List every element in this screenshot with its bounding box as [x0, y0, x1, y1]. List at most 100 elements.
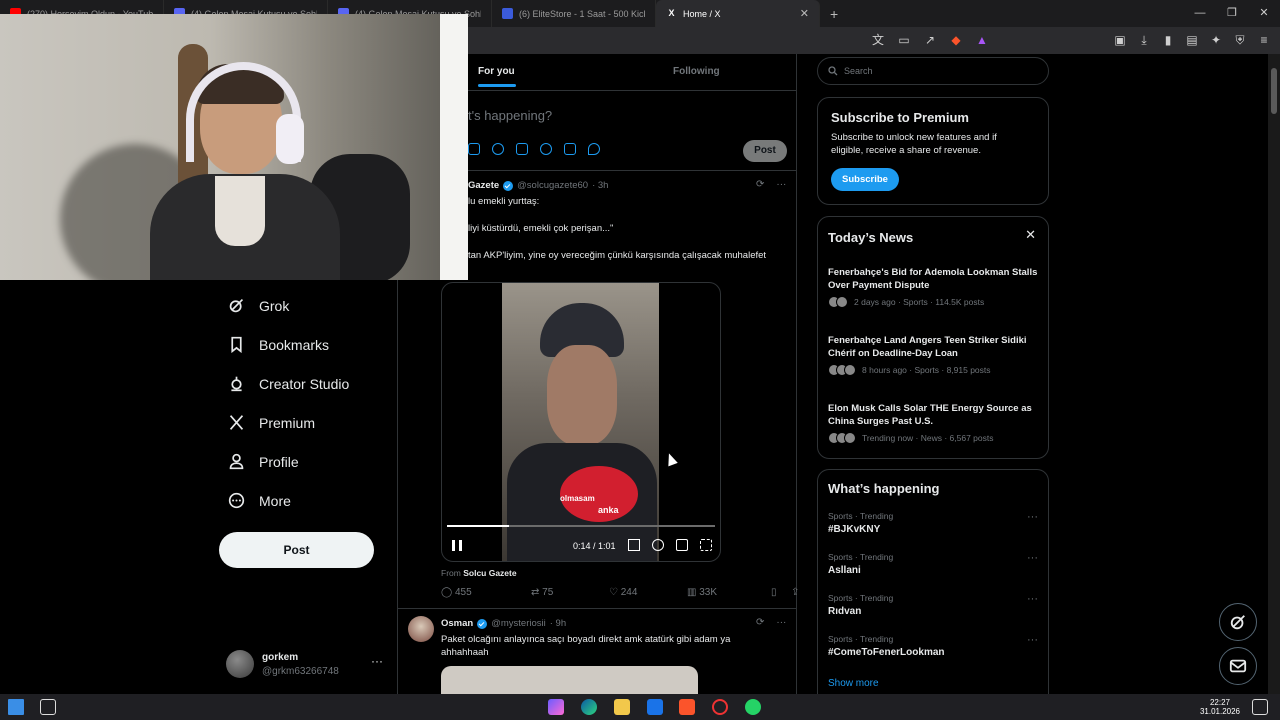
news-item[interactable]: Elon Musk Calls Solar THE Energy Source …: [828, 402, 1038, 444]
video-source: From Solcu Gazete: [441, 568, 517, 578]
divider: [398, 608, 796, 609]
leo-ai-icon[interactable]: ✦: [1208, 32, 1224, 48]
nav-item-more[interactable]: More: [228, 492, 291, 509]
cast-icon[interactable]: ▭: [896, 32, 912, 48]
schedule-icon[interactable]: [564, 143, 576, 155]
browser-tab-active[interactable]: X Home / X ✕: [656, 0, 820, 27]
trend-item[interactable]: Sports · Trending #ComeToFenerLookman ··…: [828, 634, 1038, 658]
grok-explain-icon[interactable]: ⟳: [756, 179, 764, 190]
more-icon[interactable]: ···: [1027, 552, 1038, 564]
nav-item-bookmarks[interactable]: Bookmarks: [228, 336, 329, 353]
scrollbar-thumb[interactable]: [1271, 68, 1277, 114]
page-scrollbar[interactable]: [1268, 54, 1280, 694]
poll-icon[interactable]: [516, 143, 528, 155]
subscribe-button[interactable]: Subscribe: [831, 168, 899, 191]
news-item[interactable]: Fenerbahçe Land Angers Teen Striker Sidi…: [828, 334, 1038, 376]
start-icon[interactable]: [8, 699, 24, 715]
video-progress-bar[interactable]: [447, 525, 715, 527]
compose-post-button[interactable]: Post: [743, 140, 787, 162]
tweet-time[interactable]: · 3h: [592, 180, 608, 191]
brave-shield-icon[interactable]: ◆: [948, 32, 964, 48]
close-icon[interactable]: ✕: [1025, 227, 1036, 243]
more-icon[interactable]: ···: [776, 617, 786, 628]
share-icon[interactable]: ↗: [922, 32, 938, 48]
tweet-author-handle[interactable]: @solcugazete60: [517, 180, 588, 191]
more-icon[interactable]: ···: [1027, 634, 1038, 646]
news-item[interactable]: Fenerbahçe's Bid for Ademola Lookman Sta…: [828, 266, 1038, 308]
pip-icon[interactable]: [676, 539, 688, 551]
nav-item-grok[interactable]: Grok: [228, 297, 289, 314]
account-switcher[interactable]: gorkem @grkm63266748 ···: [226, 650, 386, 678]
media-icon[interactable]: [468, 143, 480, 155]
settings-icon[interactable]: [652, 539, 664, 551]
tweet-author-name[interactable]: Gazete: [468, 180, 499, 191]
whatsapp-icon[interactable]: [745, 699, 761, 715]
pause-icon[interactable]: [452, 540, 462, 551]
nav-item-profile[interactable]: Profile: [228, 453, 299, 470]
trend-item[interactable]: Sports · Trending Rıdvan ···: [828, 593, 1038, 617]
vpn-icon[interactable]: ⛨: [1232, 32, 1248, 48]
more-icon[interactable]: ···: [1027, 511, 1038, 523]
trend-item[interactable]: Sports · Trending #BJKvKNY ···: [828, 511, 1038, 535]
minimize-icon[interactable]: —: [1184, 0, 1216, 27]
tab-for-you[interactable]: For you: [478, 66, 516, 87]
obs-icon[interactable]: [712, 699, 728, 715]
fullscreen-icon[interactable]: [700, 539, 712, 551]
window-close-icon[interactable]: ✕: [1248, 0, 1280, 27]
browser-tab[interactable]: (6) EliteStore - 1 Saat - 500 Kick Canlı: [492, 0, 656, 27]
grok-compose-icon[interactable]: [492, 143, 504, 155]
tab-following[interactable]: Following: [673, 66, 720, 77]
system-clock[interactable]: 22:27 31.01.2026: [1200, 698, 1240, 716]
views-button[interactable]: ▥ 33K: [687, 587, 771, 598]
trend-item[interactable]: Sports · Trending Asllani ···: [828, 552, 1038, 576]
news-meta: 2 days ago · Sports · 114.5K posts: [828, 296, 1038, 308]
repost-button[interactable]: ⇄ 75: [531, 587, 609, 598]
search-input[interactable]: Search: [817, 57, 1049, 85]
from-source-link[interactable]: Solcu Gazete: [463, 568, 516, 578]
notification-icon[interactable]: [1252, 699, 1268, 715]
grok-explain-icon[interactable]: ⟳: [756, 617, 764, 628]
video-player[interactable]: olmasam anka 0:14 / 1:01: [441, 282, 721, 562]
copilot-icon[interactable]: [548, 699, 564, 715]
restore-icon[interactable]: ❐: [1216, 0, 1248, 27]
more-icon[interactable]: ···: [776, 179, 786, 190]
mail-app-icon[interactable]: [647, 699, 663, 715]
task-view-icon[interactable]: [40, 699, 56, 715]
emoji-icon[interactable]: [540, 143, 552, 155]
download-icon[interactable]: ⤓: [1136, 32, 1152, 48]
news-meta-text: 2 days ago · Sports · 114.5K posts: [854, 297, 985, 307]
share-tweet-icon[interactable]: ⇪: [791, 587, 799, 598]
tweet-time[interactable]: · 9h: [550, 618, 566, 629]
view-count: 33K: [699, 587, 718, 598]
file-explorer-icon[interactable]: [614, 699, 630, 715]
post-button[interactable]: Post: [219, 532, 374, 568]
sidebar-toggle-icon[interactable]: ▣: [1112, 32, 1128, 48]
avatar[interactable]: [408, 616, 434, 642]
more-circle-icon: [228, 492, 245, 509]
tweet-author-handle[interactable]: @mysteriosii: [491, 618, 546, 629]
more-icon[interactable]: ···: [371, 654, 383, 668]
brave-icon[interactable]: [679, 699, 695, 715]
location-icon[interactable]: [588, 143, 600, 155]
close-tab-icon[interactable]: ✕: [800, 7, 809, 20]
like-button[interactable]: ♡ 244: [609, 587, 687, 598]
nav-item-premium[interactable]: Premium: [228, 414, 315, 431]
edge-icon[interactable]: [581, 699, 597, 715]
nav-item-creator-studio[interactable]: Creator Studio: [228, 375, 349, 392]
show-more-link[interactable]: Show more: [828, 678, 879, 689]
compose-input[interactable]: t's happening?: [468, 108, 552, 123]
translate-icon[interactable]: 文: [870, 32, 886, 48]
wallet-icon[interactable]: ▤: [1184, 32, 1200, 48]
grok-fab-button[interactable]: [1219, 603, 1257, 641]
messages-fab-button[interactable]: [1219, 647, 1257, 685]
menu-icon[interactable]: ≡: [1256, 32, 1272, 48]
mic-label: olmasam: [560, 494, 595, 503]
tweet-author-name[interactable]: Osman: [441, 618, 473, 629]
reply-button[interactable]: ◯ 455: [441, 587, 531, 598]
brave-rewards-icon[interactable]: ▲: [974, 32, 990, 48]
new-tab-button[interactable]: +: [820, 6, 848, 22]
reading-list-icon[interactable]: ▮: [1160, 32, 1176, 48]
more-icon[interactable]: ···: [1027, 593, 1038, 605]
bookmark-tweet-icon[interactable]: ▯: [771, 587, 791, 598]
mute-icon[interactable]: [628, 539, 640, 551]
